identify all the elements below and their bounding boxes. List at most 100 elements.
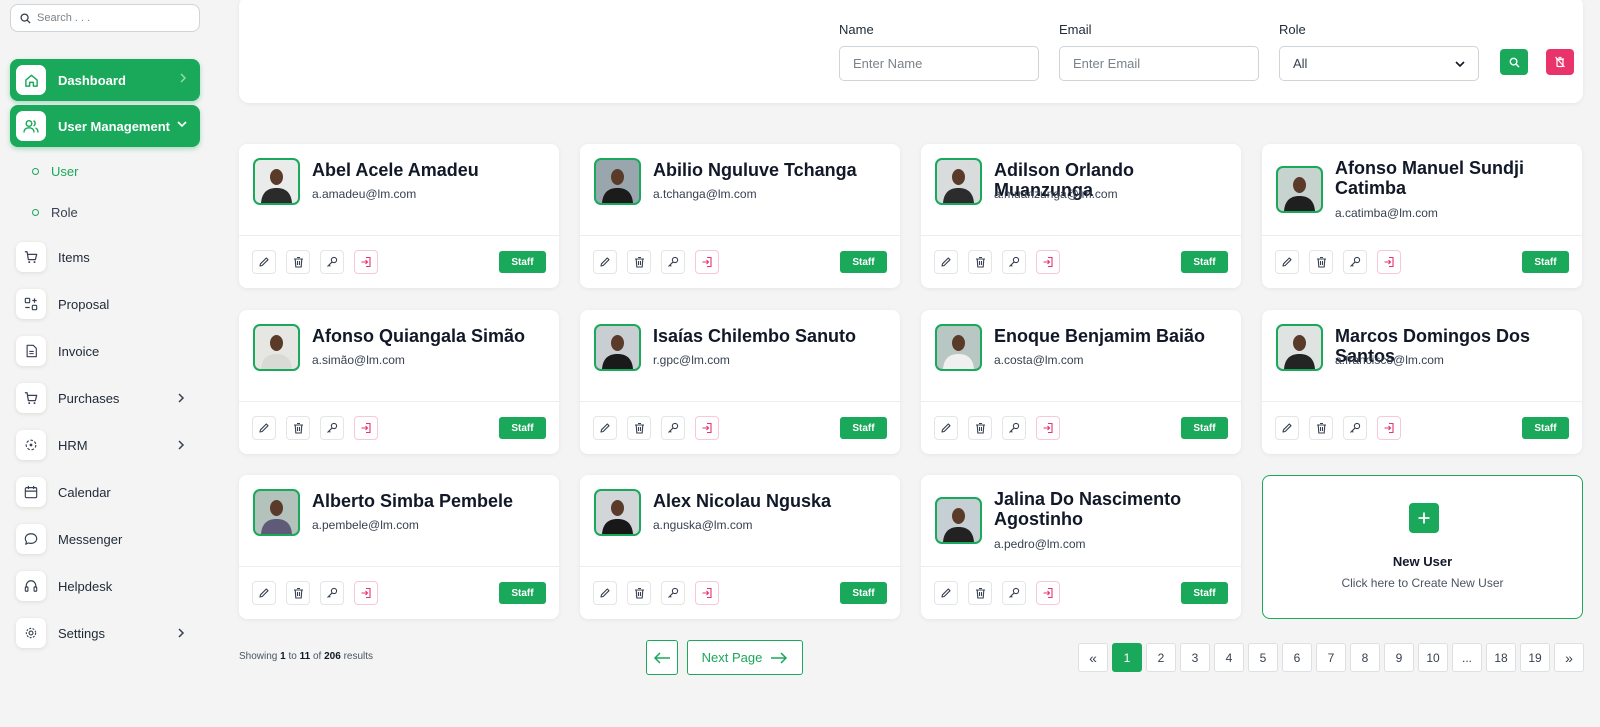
page-button[interactable]: 8 xyxy=(1350,643,1380,672)
page-button[interactable]: 5 xyxy=(1248,643,1278,672)
edit-button[interactable] xyxy=(252,581,276,605)
delete-button[interactable] xyxy=(627,250,651,274)
edit-button[interactable] xyxy=(1275,250,1299,274)
delete-button[interactable] xyxy=(286,250,310,274)
login-as-button[interactable] xyxy=(1377,416,1401,440)
user-card[interactable]: Marcos Domingos Dos Santos a.francisco@lm… xyxy=(1262,310,1582,454)
reset-filter-button[interactable] xyxy=(1546,49,1574,75)
sidebar-item-messenger[interactable]: Messenger xyxy=(16,523,196,555)
login-as-button[interactable] xyxy=(695,250,719,274)
delete-button[interactable] xyxy=(1309,416,1333,440)
user-card[interactable]: Jalina Do Nascimento Agostinho a.pedro@lm… xyxy=(921,475,1241,619)
reset-password-button[interactable] xyxy=(320,250,344,274)
card-divider xyxy=(580,401,900,402)
login-as-button[interactable] xyxy=(1036,581,1060,605)
edit-button[interactable] xyxy=(1275,416,1299,440)
delete-button[interactable] xyxy=(286,416,310,440)
page-button[interactable]: 1 xyxy=(1112,643,1142,672)
login-as-button[interactable] xyxy=(695,416,719,440)
page-button[interactable]: 18 xyxy=(1486,643,1516,672)
reset-password-button[interactable] xyxy=(1343,416,1367,440)
sidebar-item-helpdesk[interactable]: Helpdesk xyxy=(16,570,196,602)
name-input[interactable] xyxy=(839,46,1039,81)
sidebar-item-settings[interactable]: Settings xyxy=(16,617,196,649)
sidebar-item-items[interactable]: Items xyxy=(16,241,196,273)
reset-password-button[interactable] xyxy=(661,416,685,440)
page-button[interactable]: 2 xyxy=(1146,643,1176,672)
page-button[interactable]: 10 xyxy=(1418,643,1448,672)
sidebar-subitem-user[interactable]: User xyxy=(32,164,78,179)
delete-button[interactable] xyxy=(627,581,651,605)
edit-button[interactable] xyxy=(593,416,617,440)
reset-password-button[interactable] xyxy=(1343,250,1367,274)
new-user-card[interactable]: New User Click here to Create New User xyxy=(1262,475,1583,619)
login-as-button[interactable] xyxy=(1377,250,1401,274)
reset-password-button[interactable] xyxy=(1002,250,1026,274)
login-icon xyxy=(360,256,372,268)
key-icon xyxy=(326,587,338,599)
sidebar-item-user-management[interactable]: User Management xyxy=(10,105,200,147)
login-as-button[interactable] xyxy=(354,250,378,274)
user-card[interactable]: Afonso Manuel Sundji Catimba a.catimba@lm… xyxy=(1262,144,1582,288)
reset-password-button[interactable] xyxy=(661,581,685,605)
user-card[interactable]: Alex Nicolau Nguska a.nguska@lm.com Staff xyxy=(580,475,900,619)
avatar xyxy=(935,324,982,371)
search-button[interactable] xyxy=(1500,49,1528,75)
page-ellipsis[interactable]: ... xyxy=(1452,643,1482,672)
first-page-button[interactable]: « xyxy=(1078,643,1108,672)
page-button[interactable]: 7 xyxy=(1316,643,1346,672)
prev-page-button[interactable] xyxy=(646,640,678,675)
sidebar-item-proposal[interactable]: Proposal xyxy=(16,288,196,320)
role-select[interactable]: All xyxy=(1279,46,1479,81)
reset-password-button[interactable] xyxy=(1002,581,1026,605)
user-card[interactable]: Alberto Simba Pembele a.pembele@lm.com Sta… xyxy=(239,475,559,619)
page-button[interactable]: 3 xyxy=(1180,643,1210,672)
login-as-button[interactable] xyxy=(1036,250,1060,274)
reset-password-button[interactable] xyxy=(1002,416,1026,440)
sidebar-item-calendar[interactable]: Calendar xyxy=(16,476,196,508)
reset-password-button[interactable] xyxy=(320,416,344,440)
user-card[interactable]: Isaías Chilembo Sanuto r.gpc@lm.com Staff xyxy=(580,310,900,454)
search-input[interactable] xyxy=(37,12,187,24)
login-as-button[interactable] xyxy=(695,581,719,605)
delete-button[interactable] xyxy=(968,416,992,440)
sidebar-item-hrm[interactable]: HRM xyxy=(16,429,196,461)
sidebar-item-invoice[interactable]: Invoice xyxy=(16,335,196,367)
next-page-button[interactable]: Next Page xyxy=(687,640,803,675)
edit-button[interactable] xyxy=(593,581,617,605)
page-button[interactable]: 9 xyxy=(1384,643,1414,672)
user-card[interactable]: Adilson Orlando Muanzunga a.muanzunga@lm.… xyxy=(921,144,1241,288)
user-name: Afonso Manuel Sundji Catimba xyxy=(1335,158,1524,198)
email-input[interactable] xyxy=(1059,46,1259,81)
delete-button[interactable] xyxy=(1309,250,1333,274)
edit-button[interactable] xyxy=(934,581,958,605)
search-box[interactable] xyxy=(10,4,200,32)
login-as-button[interactable] xyxy=(354,581,378,605)
user-card[interactable]: Afonso Quiangala Simão a.simão@lm.com Staf… xyxy=(239,310,559,454)
reset-password-button[interactable] xyxy=(661,250,685,274)
reset-password-button[interactable] xyxy=(320,581,344,605)
search-icon xyxy=(1509,57,1520,68)
pencil-icon xyxy=(258,256,270,268)
login-as-button[interactable] xyxy=(354,416,378,440)
edit-button[interactable] xyxy=(934,416,958,440)
delete-button[interactable] xyxy=(968,250,992,274)
delete-button[interactable] xyxy=(968,581,992,605)
sidebar-item-dashboard[interactable]: Dashboard xyxy=(10,59,200,101)
page-button[interactable]: 19 xyxy=(1520,643,1550,672)
page-button[interactable]: 6 xyxy=(1282,643,1312,672)
user-card[interactable]: Abilio Nguluve Tchanga a.tchanga@lm.com St… xyxy=(580,144,900,288)
delete-button[interactable] xyxy=(627,416,651,440)
delete-button[interactable] xyxy=(286,581,310,605)
edit-button[interactable] xyxy=(252,250,276,274)
sidebar-subitem-role[interactable]: Role xyxy=(32,205,78,220)
last-page-button[interactable]: » xyxy=(1554,643,1584,672)
edit-button[interactable] xyxy=(934,250,958,274)
edit-button[interactable] xyxy=(593,250,617,274)
edit-button[interactable] xyxy=(252,416,276,440)
user-card[interactable]: Abel Acele Amadeu a.amadeu@lm.com Staff xyxy=(239,144,559,288)
sidebar-item-purchases[interactable]: Purchases xyxy=(16,382,196,414)
login-as-button[interactable] xyxy=(1036,416,1060,440)
user-card[interactable]: Enoque Benjamim Baião a.costa@lm.com Staff xyxy=(921,310,1241,454)
page-button[interactable]: 4 xyxy=(1214,643,1244,672)
